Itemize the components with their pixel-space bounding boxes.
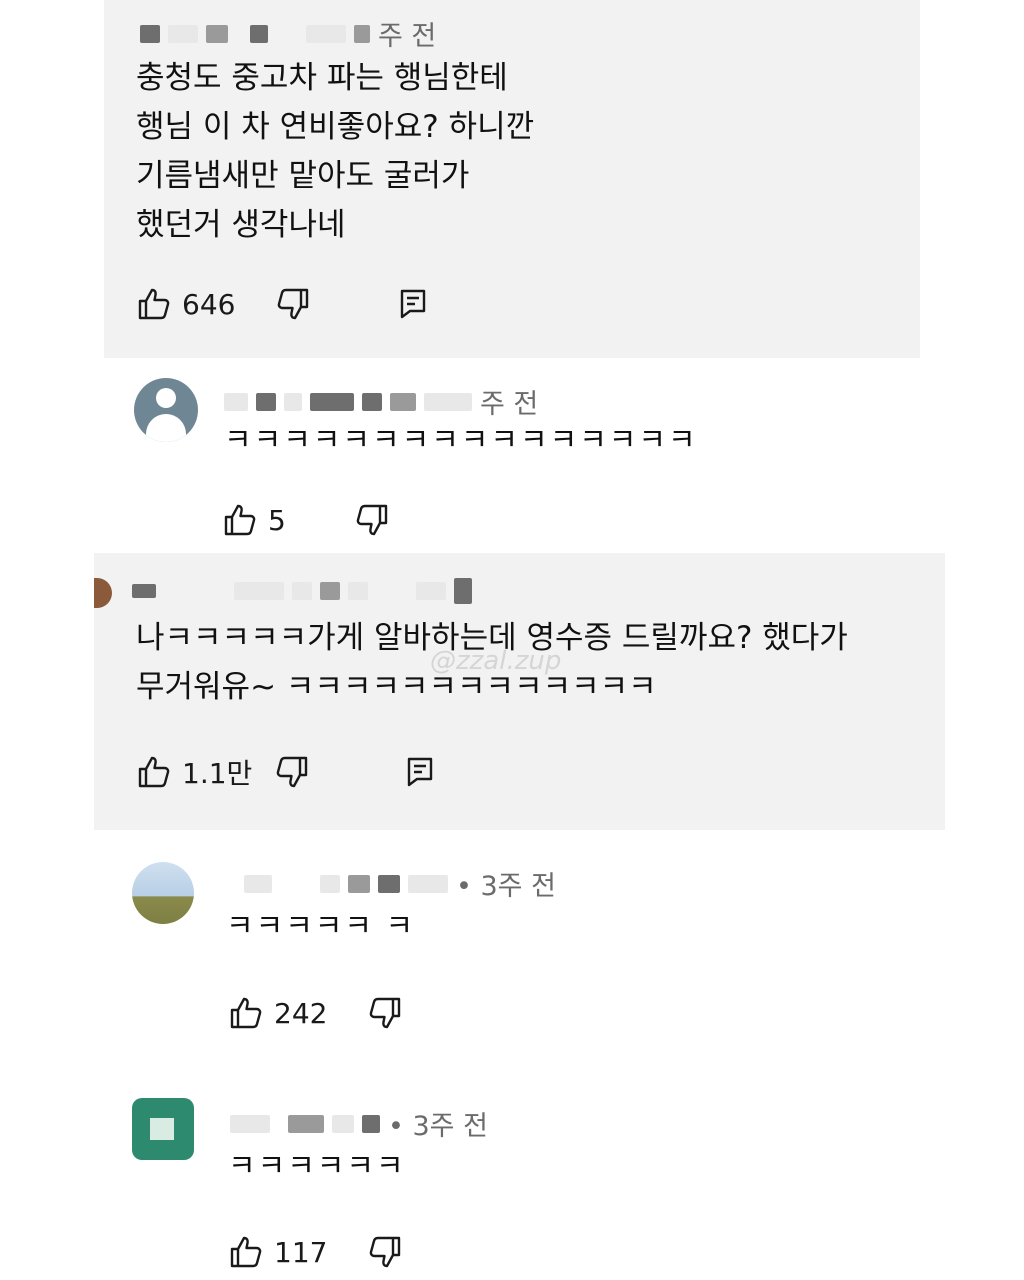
comment-5-header: • 3주 전 — [230, 1104, 488, 1143]
redacted-username — [390, 392, 416, 411]
comment-time: • 3주 전 — [456, 871, 556, 902]
comment-line: 행님 이 차 연비좋아요? 하니깐 — [136, 109, 535, 145]
thumbs-down-icon[interactable] — [367, 1234, 403, 1270]
redacted-username — [224, 392, 248, 411]
comment-1-actions: 646 — [136, 284, 431, 324]
comment-line: 했던거 생각나네 — [136, 207, 346, 243]
like-count: 117 — [274, 1235, 328, 1269]
redacted-username — [250, 24, 268, 43]
comment-line: 충청도 중고차 파는 행님한테 — [136, 60, 508, 96]
thumbs-up-icon[interactable] — [136, 286, 172, 322]
comment-line: ㅋㅋㅋㅋㅋㅋㅋㅋㅋㅋㅋㅋㅋㅋㅋㅋ — [224, 423, 698, 458]
redacted-username — [140, 24, 160, 43]
comment-4-body: ㅋㅋㅋㅋㅋ ㅋ — [226, 902, 415, 951]
redacted-username — [306, 24, 346, 43]
redacted-username — [168, 24, 198, 43]
redacted-username — [256, 392, 276, 411]
avatar[interactable] — [132, 1098, 194, 1160]
redacted-username — [348, 874, 370, 893]
redacted-username — [230, 1114, 270, 1133]
comment-line: 기름냄새만 맡아도 굴러가 — [136, 158, 470, 194]
thumbs-up-icon[interactable] — [136, 754, 172, 790]
reply-icon[interactable] — [395, 286, 431, 322]
thumbs-down-icon[interactable] — [367, 995, 403, 1031]
avatar[interactable] — [132, 862, 194, 924]
redacted-username — [332, 1114, 354, 1133]
redacted-username — [244, 874, 272, 893]
redacted-username — [408, 874, 448, 893]
like-count: 242 — [274, 996, 328, 1030]
comment-time: 주 전 — [378, 21, 437, 52]
redacted-username — [320, 582, 340, 600]
comment-line: ㅋㅋㅋㅋㅋㅋ — [228, 1149, 406, 1184]
thumbs-down-icon[interactable] — [354, 502, 390, 538]
redacted-username — [424, 392, 472, 411]
comment-5-body: ㅋㅋㅋㅋㅋㅋ — [228, 1142, 406, 1191]
redacted-username — [320, 874, 340, 893]
comment-2-body: ㅋㅋㅋㅋㅋㅋㅋㅋㅋㅋㅋㅋㅋㅋㅋㅋ — [224, 416, 698, 465]
comment-4-actions: 242 — [228, 993, 403, 1033]
redacted-username — [362, 392, 382, 411]
thumbs-up-icon[interactable] — [222, 502, 258, 538]
comment-time: • 3주 전 — [388, 1111, 488, 1142]
redacted-username — [378, 874, 400, 893]
like-count: 646 — [182, 287, 236, 321]
redacted-username — [354, 24, 370, 43]
comment-3-actions: 1.1만 — [136, 752, 438, 792]
comment-line: ㅋㅋㅋㅋㅋ ㅋ — [226, 909, 416, 944]
redacted-username — [132, 584, 156, 598]
comment-1-header: 주 전 — [140, 14, 436, 53]
redacted-username — [288, 1114, 324, 1133]
comment-1-body: 충청도 중고차 파는 행님한테 행님 이 차 연비좋아요? 하니깐 기름냄새만 … — [136, 54, 534, 250]
redacted-username — [454, 578, 472, 604]
redacted-username — [206, 24, 228, 43]
thumbs-down-icon[interactable] — [275, 286, 311, 322]
avatar[interactable] — [134, 378, 198, 442]
redacted-username — [348, 582, 368, 600]
redacted-username — [416, 582, 446, 600]
comment-5-actions: 117 — [228, 1232, 403, 1272]
redacted-username — [362, 1114, 380, 1133]
thumbs-up-icon[interactable] — [228, 1234, 264, 1270]
reply-icon[interactable] — [402, 754, 438, 790]
redacted-username — [310, 392, 354, 411]
thumbs-up-icon[interactable] — [228, 995, 264, 1031]
redacted-username — [284, 392, 302, 411]
comment-3-header — [132, 578, 480, 604]
redacted-username — [234, 582, 284, 600]
like-count: 5 — [268, 503, 286, 537]
comment-2-actions: 5 — [222, 500, 390, 540]
like-count: 1.1만 — [182, 757, 253, 790]
thumbs-down-icon[interactable] — [274, 754, 310, 790]
redacted-username — [292, 582, 312, 600]
watermark: @zzal.zup — [430, 646, 562, 676]
comment-4-header: • 3주 전 — [244, 864, 556, 903]
